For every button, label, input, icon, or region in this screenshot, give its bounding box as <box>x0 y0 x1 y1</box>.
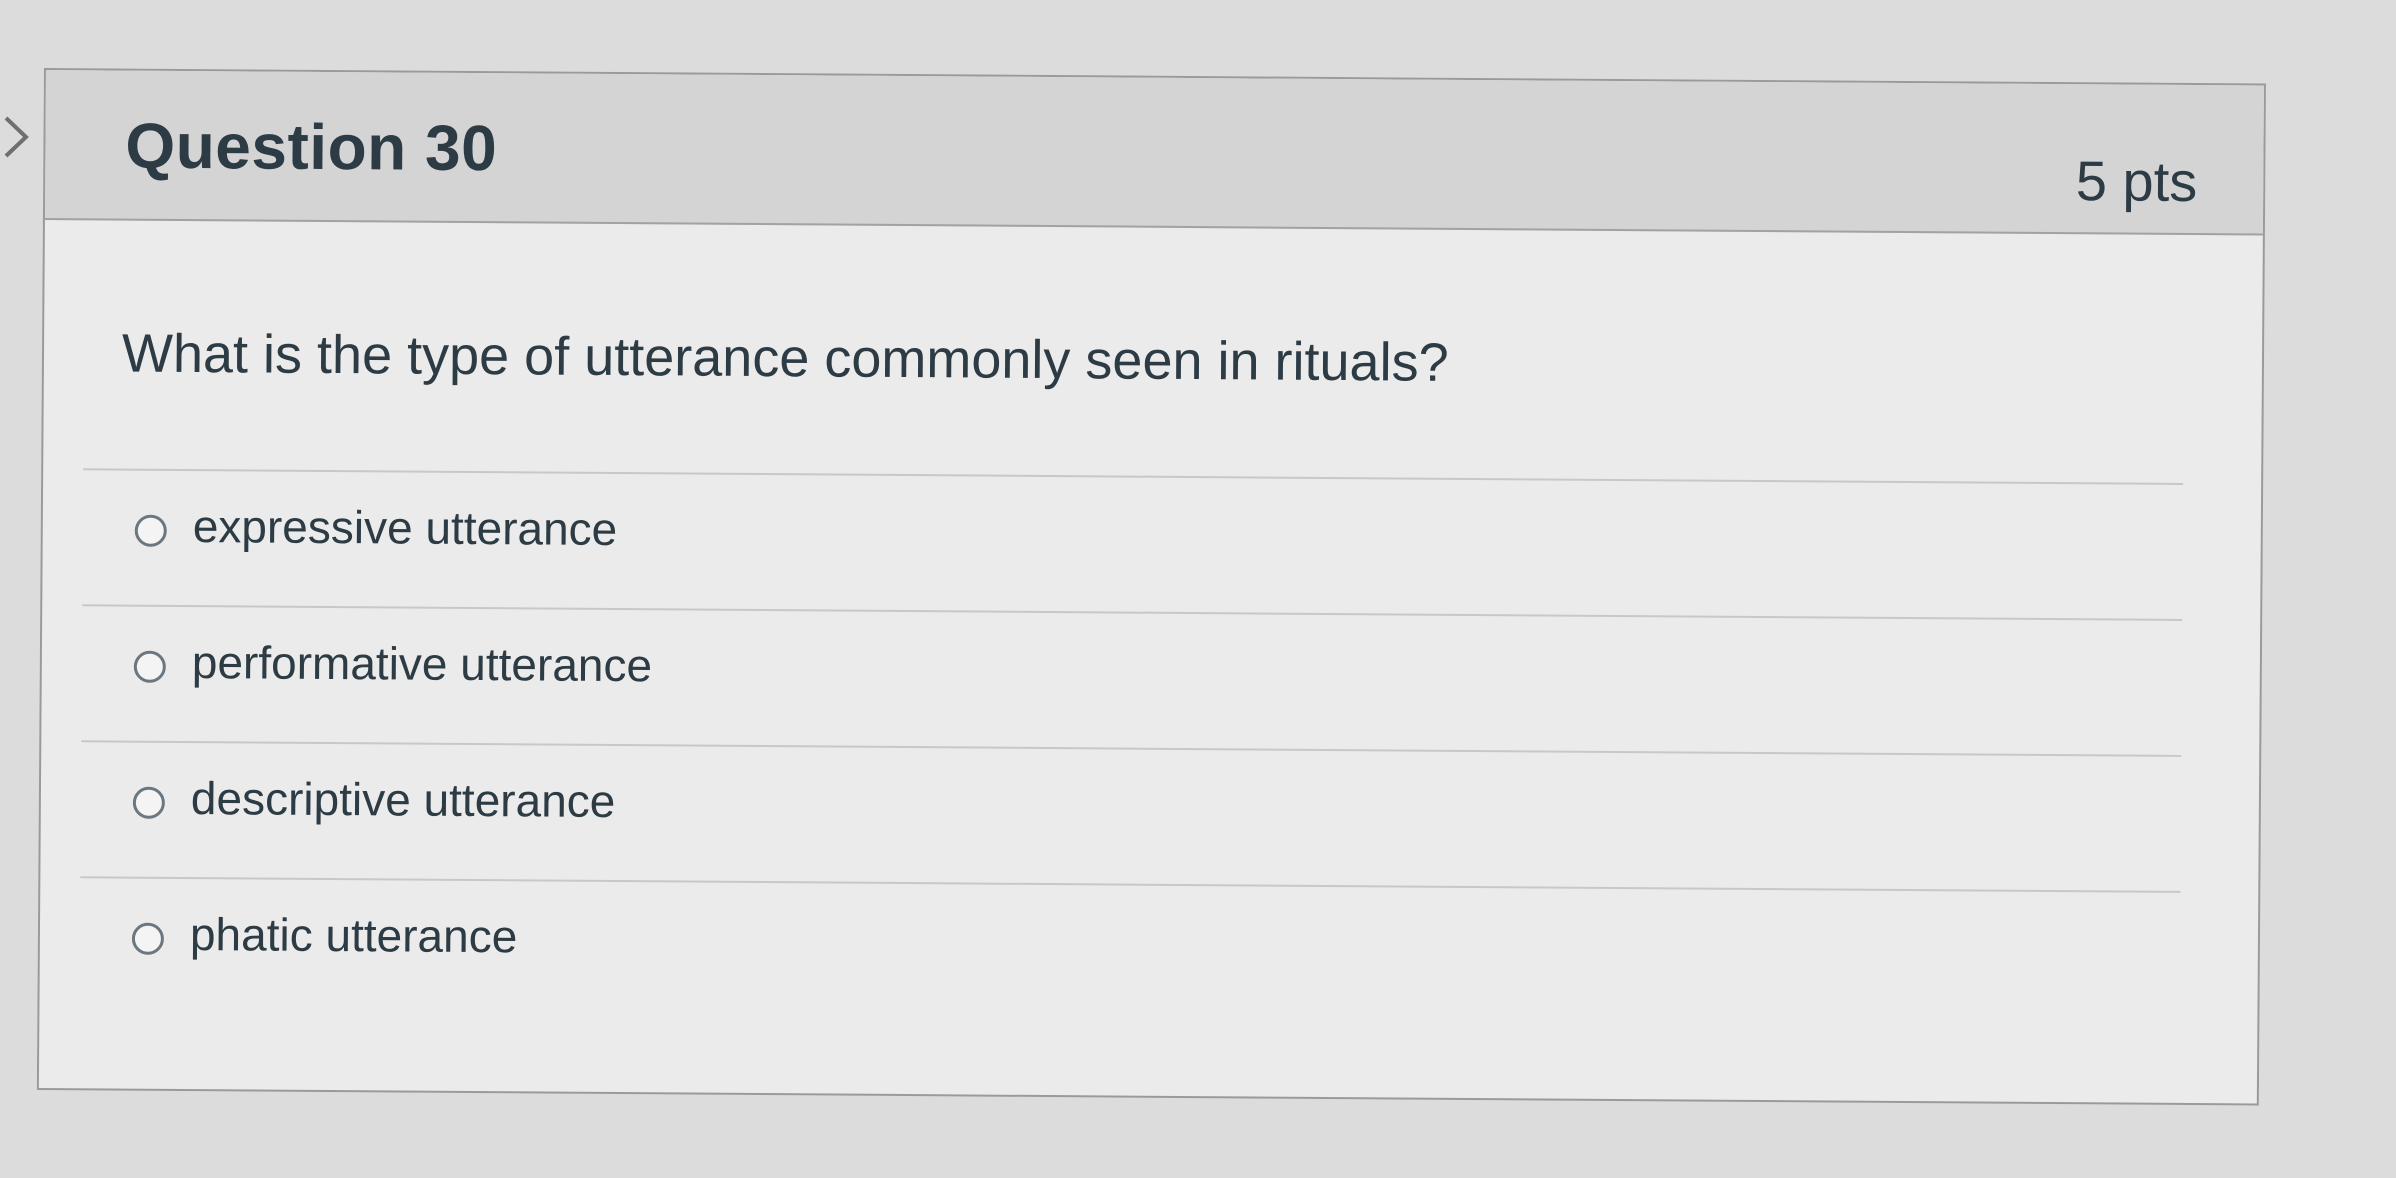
radio-button[interactable] <box>134 514 167 547</box>
answer-label[interactable]: performative utterance <box>192 635 653 692</box>
question-header: Question 30 5 pts <box>44 70 2264 236</box>
question-text: What is the type of utterance commonly s… <box>121 323 1449 393</box>
answer-option[interactable]: performative utterance <box>81 604 2183 755</box>
answer-label[interactable]: expressive utterance <box>193 499 618 556</box>
question-card: Question 30 5 pts What is the type of ut… <box>36 68 2266 1106</box>
question-points: 5 pts <box>2075 149 2198 214</box>
radio-button[interactable] <box>132 786 165 819</box>
answer-list: expressive utterance performative uttera… <box>79 468 2184 1027</box>
answer-option[interactable]: phatic utterance <box>79 876 2181 1027</box>
answer-label[interactable]: phatic utterance <box>190 907 518 963</box>
chevron-right-icon[interactable] <box>0 112 34 162</box>
radio-button[interactable] <box>131 922 165 955</box>
answer-option[interactable]: expressive utterance <box>82 468 2184 619</box>
question-title: Question 30 <box>125 109 498 185</box>
radio-button[interactable] <box>133 650 166 683</box>
answer-option[interactable]: descriptive utterance <box>80 740 2182 891</box>
answer-label[interactable]: descriptive utterance <box>191 771 616 828</box>
